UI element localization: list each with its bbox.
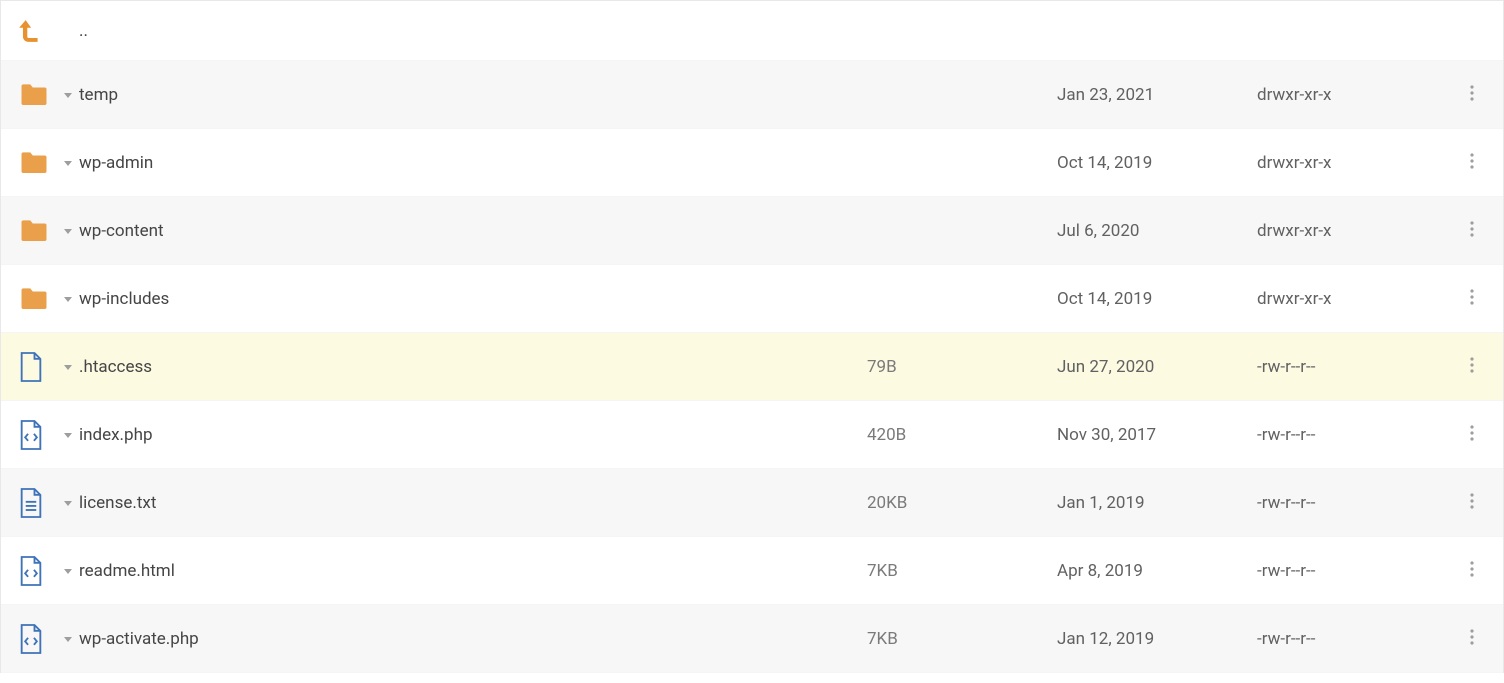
folder-icon [17, 80, 51, 110]
file-name[interactable]: index.php [75, 425, 867, 445]
caret-down-icon[interactable] [61, 430, 75, 440]
parent-label: .. [75, 21, 867, 41]
caret-down-icon[interactable] [61, 294, 75, 304]
caret-down-icon[interactable] [61, 634, 75, 644]
file-date: Oct 14, 2019 [1057, 153, 1257, 173]
kebab-menu-icon[interactable] [1458, 146, 1486, 180]
file-name[interactable]: license.txt [75, 493, 867, 513]
kebab-menu-icon[interactable] [1458, 282, 1486, 316]
file-permissions: drwxr-xr-x [1257, 85, 1457, 105]
file-size: 79B [867, 357, 1057, 377]
file-permissions: drwxr-xr-x [1257, 289, 1457, 309]
kebab-menu-icon[interactable] [1458, 418, 1486, 452]
file-name[interactable]: wp-content [75, 221, 867, 241]
caret-down-icon[interactable] [61, 498, 75, 508]
file-icon [17, 350, 45, 384]
file-name[interactable]: wp-admin [75, 153, 867, 173]
file-row[interactable]: license.txt20KBJan 1, 2019-rw-r--r-- [1, 469, 1503, 537]
file-date: Jun 27, 2020 [1057, 357, 1257, 377]
file-code-icon [17, 622, 45, 656]
caret-down-icon[interactable] [61, 566, 75, 576]
file-size: 20KB [867, 493, 1057, 513]
parent-row[interactable]: .. [1, 1, 1503, 61]
file-date: Jan 23, 2021 [1057, 85, 1257, 105]
file-text-icon [17, 486, 45, 520]
file-permissions: -rw-r--r-- [1257, 629, 1457, 649]
file-permissions: -rw-r--r-- [1257, 357, 1457, 377]
file-code-icon [17, 418, 45, 452]
caret-down-icon[interactable] [61, 90, 75, 100]
kebab-menu-icon[interactable] [1458, 214, 1486, 248]
kebab-menu-icon[interactable] [1458, 486, 1486, 520]
file-row[interactable]: temp Jan 23, 2021drwxr-xr-x [1, 61, 1503, 129]
file-date: Jan 1, 2019 [1057, 493, 1257, 513]
up-arrow-icon [17, 16, 43, 46]
folder-icon [17, 284, 51, 314]
file-permissions: -rw-r--r-- [1257, 561, 1457, 581]
file-name[interactable]: temp [75, 85, 867, 105]
file-row[interactable]: wp-content Jul 6, 2020drwxr-xr-x [1, 197, 1503, 265]
file-permissions: drwxr-xr-x [1257, 221, 1457, 241]
file-row[interactable]: wp-activate.php7KBJan 12, 2019-rw-r--r-- [1, 605, 1503, 673]
file-size: 420B [867, 425, 1057, 445]
file-row[interactable]: .htaccess79BJun 27, 2020-rw-r--r-- [1, 333, 1503, 401]
file-date: Oct 14, 2019 [1057, 289, 1257, 309]
file-list: .. tempJan 23, 2021drwxr-xr-x wp-adminOc… [0, 0, 1504, 673]
kebab-menu-icon[interactable] [1458, 78, 1486, 112]
folder-icon [17, 216, 51, 246]
kebab-menu-icon[interactable] [1458, 622, 1486, 656]
file-date: Jul 6, 2020 [1057, 221, 1257, 241]
caret-down-icon[interactable] [61, 158, 75, 168]
file-name[interactable]: .htaccess [75, 357, 867, 377]
file-permissions: -rw-r--r-- [1257, 425, 1457, 445]
file-permissions: -rw-r--r-- [1257, 493, 1457, 513]
caret-down-icon[interactable] [61, 226, 75, 236]
file-name[interactable]: wp-activate.php [75, 629, 867, 649]
file-row[interactable]: index.php420BNov 30, 2017-rw-r--r-- [1, 401, 1503, 469]
file-size: 7KB [867, 561, 1057, 581]
file-date: Apr 8, 2019 [1057, 561, 1257, 581]
kebab-menu-icon[interactable] [1458, 350, 1486, 384]
file-date: Nov 30, 2017 [1057, 425, 1257, 445]
kebab-menu-icon[interactable] [1458, 554, 1486, 588]
file-name[interactable]: readme.html [75, 561, 867, 581]
file-permissions: drwxr-xr-x [1257, 153, 1457, 173]
file-code-icon [17, 554, 45, 588]
file-size: 7KB [867, 629, 1057, 649]
file-row[interactable]: wp-includes Oct 14, 2019drwxr-xr-x [1, 265, 1503, 333]
file-row[interactable]: readme.html7KBApr 8, 2019-rw-r--r-- [1, 537, 1503, 605]
file-date: Jan 12, 2019 [1057, 629, 1257, 649]
file-row[interactable]: wp-admin Oct 14, 2019drwxr-xr-x [1, 129, 1503, 197]
caret-down-icon[interactable] [61, 362, 75, 372]
file-name[interactable]: wp-includes [75, 289, 867, 309]
folder-icon [17, 148, 51, 178]
